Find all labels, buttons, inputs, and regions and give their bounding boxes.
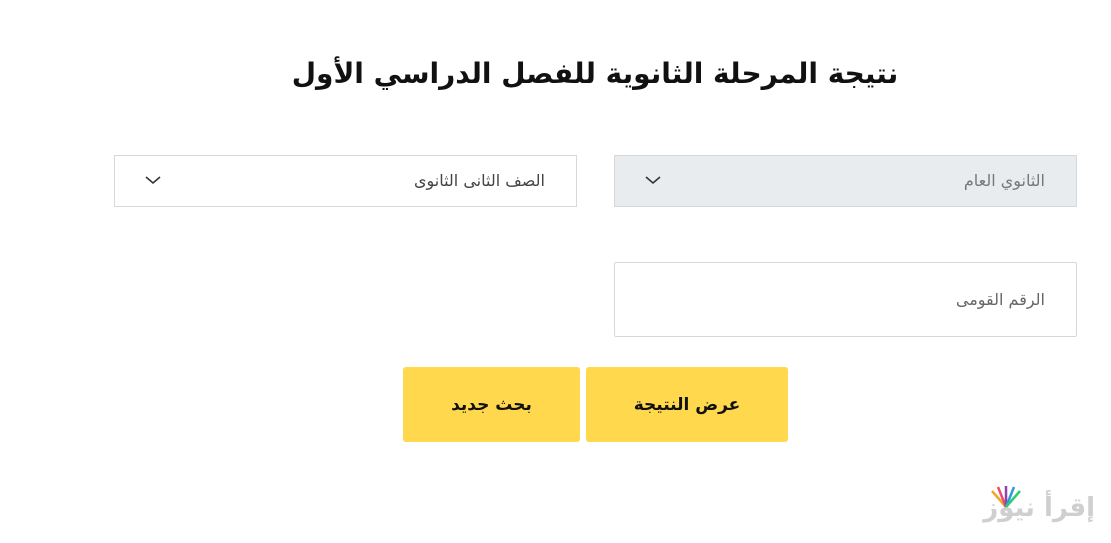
page-title: نتيجة المرحلة الثانوية للفصل الدراسي الأ… — [291, 57, 899, 90]
new-search-button[interactable]: بحث جديد — [403, 367, 580, 442]
chevron-down-icon — [145, 176, 161, 185]
watermark-logo: إقرأ نيوز — [978, 485, 1103, 533]
grade-selected-value: الصف الثانى الثانوى — [413, 171, 545, 190]
watermark-text: إقرأ نيوز — [983, 493, 1095, 523]
chevron-down-icon — [645, 176, 661, 185]
show-result-button[interactable]: عرض النتيجة — [586, 367, 788, 442]
national-id-input[interactable] — [614, 262, 1077, 337]
school-type-select[interactable]: الثانوي العام — [614, 155, 1077, 207]
grade-select[interactable]: الصف الثانى الثانوى — [114, 155, 577, 207]
school-type-selected-value: الثانوي العام — [963, 171, 1045, 190]
